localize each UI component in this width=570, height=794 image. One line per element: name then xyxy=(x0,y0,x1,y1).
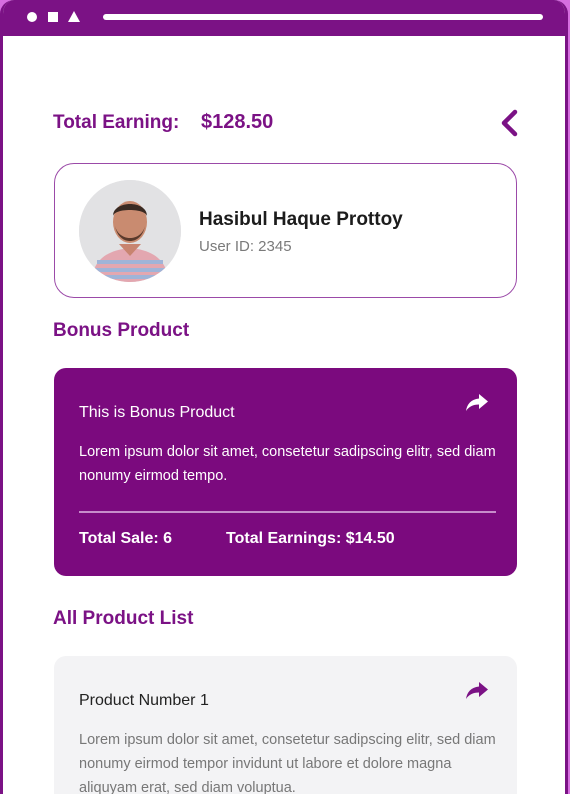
total-earning-value: $128.50 xyxy=(201,111,274,133)
product-title: Product Number 1 xyxy=(79,692,209,709)
divider xyxy=(79,511,496,513)
profile-card: Hasibul Haque Prottoy User ID: 2345 xyxy=(54,163,517,298)
bonus-product-description: Lorem ipsum dolor sit amet, consetetur s… xyxy=(79,444,496,484)
square-icon xyxy=(48,12,58,22)
share-icon xyxy=(466,394,488,411)
triangle-icon xyxy=(68,11,80,22)
chevron-left-icon xyxy=(501,109,518,137)
product-description: Lorem ipsum dolor sit amet, consetetur s… xyxy=(79,732,496,794)
avatar xyxy=(79,180,181,282)
window-titlebar xyxy=(3,0,565,36)
circle-icon xyxy=(27,12,37,22)
bonus-product-title: This is Bonus Product xyxy=(79,404,235,421)
bonus-product-card[interactable]: This is Bonus Product Lorem ipsum dolor … xyxy=(54,368,517,576)
app-window: Total Earning: $128.50 Hasibul Haque Pro… xyxy=(0,0,568,794)
user-name: Hasibul Haque Prottoy xyxy=(199,209,403,230)
product-card[interactable]: Product Number 1 Lorem ipsum dolor sit a… xyxy=(54,656,517,794)
user-id: User ID: 2345 xyxy=(199,238,292,255)
address-bar[interactable] xyxy=(103,14,543,20)
all-product-list-heading: All Product List xyxy=(53,608,194,629)
bonus-share-button[interactable] xyxy=(465,393,489,413)
product-share-button[interactable] xyxy=(465,681,489,701)
bonus-product-heading: Bonus Product xyxy=(53,320,190,341)
share-icon xyxy=(466,682,488,699)
bonus-total-sale: Total Sale: 6 xyxy=(79,530,173,547)
back-button[interactable] xyxy=(496,108,524,138)
bonus-total-earnings: Total Earnings: $14.50 xyxy=(226,530,395,547)
total-earning-label: Total Earning: xyxy=(53,112,180,133)
